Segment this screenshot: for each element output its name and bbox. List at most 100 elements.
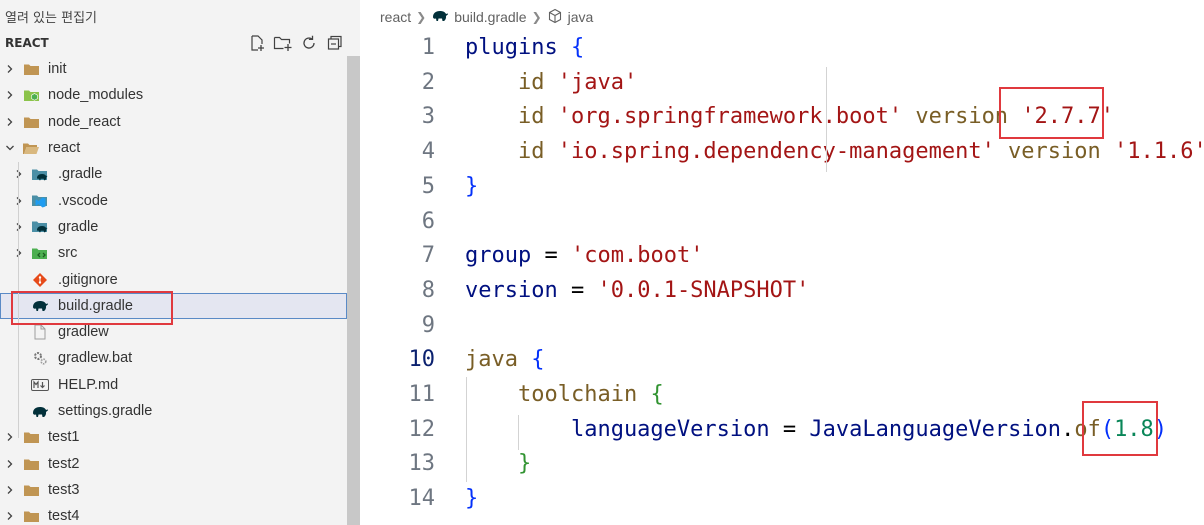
line-number: 4 [421,139,435,165]
code-token: group [465,243,545,269]
code-token: 'com.boot' [570,243,704,269]
symbol-cube-icon [547,8,563,27]
code-line[interactable]: 12 languageVersion = JavaLanguageVersion… [360,412,1204,447]
tree-item-node-modules[interactable]: node_modules [0,82,347,108]
code-token: toolchain [465,382,651,407]
chevron-right-icon[interactable] [4,458,16,470]
sidebar-scrollbar[interactable] [347,56,360,525]
new-folder-icon[interactable] [273,33,293,53]
breadcrumb: react ❯ build.gradle ❯ java [380,7,593,27]
gear-file-icon [31,350,49,366]
tree-item-gradlew-bat[interactable]: gradlew.bat [0,345,347,371]
tree-item-help-md[interactable]: HELP.md [0,372,347,398]
line-number: 14 [408,486,436,512]
chevron-right-icon[interactable] [4,510,16,522]
tree-item-label: test2 [48,455,80,472]
tree-item-label: react [48,140,81,157]
code-token: of [1074,416,1101,442]
tree-item-src[interactable]: src [0,240,347,266]
tree-item-gradlew[interactable]: gradlew [0,319,347,345]
line-number: 8 [421,277,435,303]
breadcrumb-symbol[interactable]: java [568,9,594,25]
explorer-section-title[interactable]: REACT [5,36,49,50]
new-file-icon[interactable] [247,33,267,53]
code-editor[interactable]: react ❯ build.gradle ❯ java 1 plugins {2 … [360,0,1204,525]
indent-guide [466,377,467,482]
code-text: java { [465,342,544,377]
code-text: id 'io.spring.dependency-management' ver… [465,134,1204,169]
code-text: id 'java' [465,65,637,100]
folder-icon [22,61,40,77]
code-line[interactable]: 1 plugins { [360,30,1204,65]
line-number: 9 [421,312,435,338]
chevron-right-icon[interactable] [4,431,16,443]
tree-item-gradle[interactable]: gradle [0,214,347,240]
code-text: plugins { [465,30,584,65]
line-number: 3 [421,104,435,130]
code-token: . [1061,416,1075,442]
code-line[interactable]: 13 } [360,446,1204,481]
breadcrumb-folder[interactable]: react [380,9,411,25]
tree-item-dot-gradle[interactable]: .gradle [0,161,347,187]
chevron-right-icon[interactable] [13,168,25,180]
tree-item-label: .gradle [58,166,103,183]
code-token: 'io.spring.dependency-management' [557,139,995,165]
code-line[interactable]: 8 version = '0.0.1-SNAPSHOT' [360,273,1204,308]
tree-item-label: test1 [48,429,80,446]
breadcrumb-file[interactable]: build.gradle [454,9,526,25]
code-line[interactable]: 2 id 'java' [360,65,1204,100]
tree-item-dot-vscode[interactable]: .vscode [0,187,347,213]
tree-item-test1[interactable]: test1 [0,424,347,450]
tree-item-label: test4 [48,508,80,525]
tree-item-test2[interactable]: test2 [0,450,347,476]
code-token: version [465,277,571,303]
code-line[interactable]: 3 id 'org.springframework.boot' version … [360,99,1204,134]
code-line[interactable]: 10 java { [360,342,1204,377]
tree-item-build-gradle[interactable]: build.gradle [0,292,347,319]
code-line[interactable]: 7 group = 'com.boot' [360,238,1204,273]
src-folder-icon [31,245,49,261]
chevron-right-icon[interactable] [4,63,16,75]
explorer-sidebar: 열려 있는 편집기 REACT init node_modules node_rea… [0,0,361,525]
folder-icon [22,482,40,498]
code-line[interactable]: 4 id 'io.spring.dependency-management' v… [360,134,1204,169]
indent-guide [518,415,519,450]
tree-item-node-react[interactable]: node_react [0,109,347,135]
folder-icon [22,456,40,472]
chevron-right-icon[interactable] [13,221,25,233]
chevron-down-icon[interactable] [4,142,16,154]
chevron-right-icon[interactable] [13,195,25,207]
tree-item-init[interactable]: init [0,56,347,82]
code-line[interactable]: 14} [360,481,1204,516]
tree-item-label: src [58,245,78,262]
tree-item-test4[interactable]: test4 [0,503,347,525]
code-line[interactable]: 9 [360,308,1204,343]
code-token: version [902,104,1022,130]
folder-open-icon [22,140,40,156]
code-text: version = '0.0.1-SNAPSHOT' [465,273,809,308]
code-token: } [465,486,479,512]
tree-item-test3[interactable]: test3 [0,477,347,503]
tree-item-react[interactable]: react [0,135,347,161]
line-number: 13 [408,451,436,477]
collapse-all-icon[interactable] [325,33,345,53]
tree-item-settings-gradle[interactable]: settings.gradle [0,398,347,424]
open-editors-header[interactable]: 열려 있는 편집기 [5,7,97,26]
code-token: } [465,451,532,477]
code-token: 1.8 [1114,416,1154,442]
chevron-right-icon[interactable] [4,484,16,496]
code-line[interactable]: 5} [360,169,1204,204]
folder-icon [22,114,40,130]
code-line[interactable]: 11 toolchain { [360,377,1204,412]
tree-item-label: gradlew [58,324,109,341]
tree-item-label: settings.gradle [58,403,153,419]
chevron-right-icon[interactable] [4,116,16,128]
chevron-right-icon[interactable] [13,247,25,259]
tree-item-label: node_modules [48,87,144,104]
tree-item-dot-gitignore[interactable]: .gitignore [0,266,347,292]
tree-item-label: .gitignore [58,271,118,288]
gradle-folder-icon [31,166,49,182]
code-line[interactable]: 6 [360,204,1204,239]
refresh-icon[interactable] [299,33,319,53]
chevron-right-icon[interactable] [4,89,16,101]
